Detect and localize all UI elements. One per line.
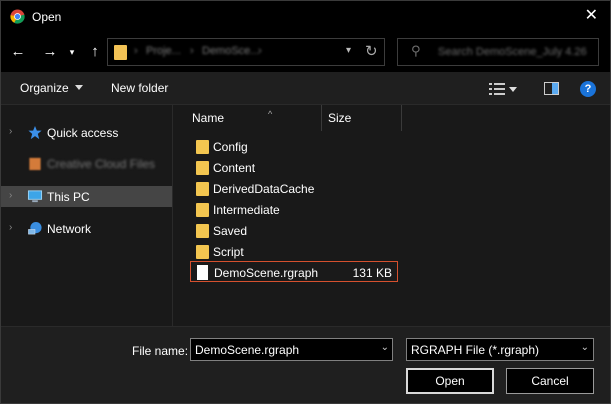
sidebar-item-label: Creative Cloud Files — [47, 157, 156, 171]
address-dropdown-icon[interactable]: ▾ — [346, 45, 351, 56]
sidebar-item-network[interactable]: › Network — [1, 218, 172, 239]
column-header-name[interactable]: ^ Name — [192, 109, 272, 137]
chevron-down-icon — [74, 85, 83, 90]
file-name: Content — [213, 161, 256, 175]
command-bar: Organize New folder ? — [1, 72, 610, 105]
chevron-down-icon[interactable]: ⌄ — [381, 342, 389, 353]
column-header-label: Name — [192, 111, 225, 125]
search-input[interactable]: ⚲ Search DemoScene_July 4.26 — [397, 38, 599, 66]
forward-icon[interactable]: → — [42, 41, 58, 63]
navigation-pane: › Quick access Creative Cloud Files › Th… — [1, 105, 173, 326]
breadcrumb-separator-icon: › — [134, 45, 138, 57]
file-name: Config — [213, 140, 248, 154]
folder-icon — [196, 224, 209, 238]
folder-icon — [114, 45, 127, 60]
sidebar-item-creative-cloud[interactable]: Creative Cloud Files — [1, 153, 172, 174]
column-header-size[interactable]: Size — [328, 111, 351, 137]
document-icon — [197, 265, 208, 280]
search-placeholder: Search DemoScene_July 4.26 — [438, 46, 587, 58]
file-name: Script — [213, 245, 244, 259]
chevron-right-icon[interactable]: › — [9, 222, 12, 233]
column-divider[interactable] — [401, 105, 402, 131]
file-name: Saved — [213, 224, 248, 238]
list-item[interactable]: DerivedDataCache — [190, 178, 398, 199]
list-item[interactable]: Script — [190, 241, 398, 262]
column-header-label: Size — [328, 111, 352, 125]
file-name-label: File name: — [132, 344, 189, 358]
chrome-icon — [10, 9, 25, 24]
sidebar-item-label: Network — [47, 222, 92, 236]
navigation-bar: ← → ▾ ↑ › Proje... › DemoSce... › ▾ ↻ ⚲ … — [1, 32, 610, 72]
chevron-down-icon[interactable]: ⌄ — [581, 342, 589, 353]
breadcrumb-item[interactable]: Proje... — [146, 45, 181, 57]
cancel-button[interactable]: Cancel — [506, 368, 594, 394]
organize-button[interactable]: Organize — [20, 81, 83, 95]
list-item[interactable]: Intermediate — [190, 199, 398, 220]
recent-locations-chevron-icon[interactable]: ▾ — [67, 41, 77, 63]
folder-icon — [196, 203, 209, 217]
file-name-value: DemoScene.rgraph — [195, 343, 300, 357]
open-button[interactable]: Open — [406, 368, 494, 394]
folder-icon — [196, 140, 209, 154]
breadcrumb-separator-icon: › — [190, 45, 194, 57]
creative-cloud-icon — [29, 157, 41, 171]
file-name: DemoScene.rgraph — [214, 266, 319, 280]
sidebar-item-this-pc[interactable]: › This PC — [1, 186, 172, 207]
computer-icon — [27, 190, 43, 203]
file-type-value: RGRAPH File (*.rgraph) — [411, 343, 540, 357]
organize-label: Organize — [20, 81, 69, 95]
help-icon[interactable]: ? — [580, 81, 596, 97]
list-item[interactable]: Config — [190, 136, 398, 157]
address-bar[interactable]: › Proje... › DemoSce... › ▾ ↻ — [107, 38, 385, 66]
back-icon[interactable]: ← — [10, 41, 26, 63]
dialog-footer: File name: DemoScene.rgraph ⌄ RGRAPH Fil… — [1, 326, 610, 403]
folder-icon — [196, 245, 209, 259]
list-item[interactable]: Content — [190, 157, 398, 178]
network-icon — [28, 221, 42, 235]
sidebar-item-label: This PC — [47, 190, 90, 204]
folder-icon — [196, 161, 209, 175]
preview-pane-icon[interactable] — [544, 82, 559, 95]
new-folder-button[interactable]: New folder — [111, 81, 168, 95]
title-bar: Open ✕ — [1, 1, 610, 32]
star-icon — [28, 125, 42, 140]
chevron-right-icon[interactable]: › — [9, 126, 12, 137]
file-name: Intermediate — [213, 203, 280, 217]
file-name: DerivedDataCache — [213, 182, 315, 196]
sidebar-item-quick-access[interactable]: › Quick access — [1, 122, 172, 143]
search-icon: ⚲ — [411, 43, 421, 58]
view-dropdown-icon[interactable] — [509, 87, 517, 92]
sort-ascending-icon: ^ — [268, 109, 273, 119]
up-icon[interactable]: ↑ — [87, 41, 103, 63]
window-title: Open — [32, 10, 62, 24]
column-divider[interactable] — [321, 105, 322, 131]
refresh-icon[interactable]: ↻ — [365, 42, 378, 60]
sidebar-item-label: Quick access — [47, 126, 119, 140]
close-icon[interactable]: ✕ — [585, 7, 598, 25]
breadcrumb-separator-icon: › — [258, 45, 262, 57]
open-dialog: Open ✕ ← → ▾ ↑ › Proje... › DemoSce... ›… — [0, 0, 611, 404]
file-size: 131 KB — [352, 266, 392, 280]
file-list: ^ Name Size Config Content DerivedDataCa… — [173, 105, 610, 326]
folder-icon — [196, 182, 209, 196]
file-type-select[interactable]: RGRAPH File (*.rgraph) ⌄ — [406, 338, 594, 361]
chevron-right-icon[interactable]: › — [9, 190, 12, 201]
list-item[interactable]: Saved — [190, 220, 398, 241]
view-options-icon[interactable] — [489, 83, 505, 95]
breadcrumb-item[interactable]: DemoSce... — [202, 45, 259, 57]
file-name-field[interactable]: DemoScene.rgraph ⌄ — [190, 338, 393, 361]
list-item-selected[interactable]: DemoScene.rgraph 131 KB — [190, 261, 398, 282]
